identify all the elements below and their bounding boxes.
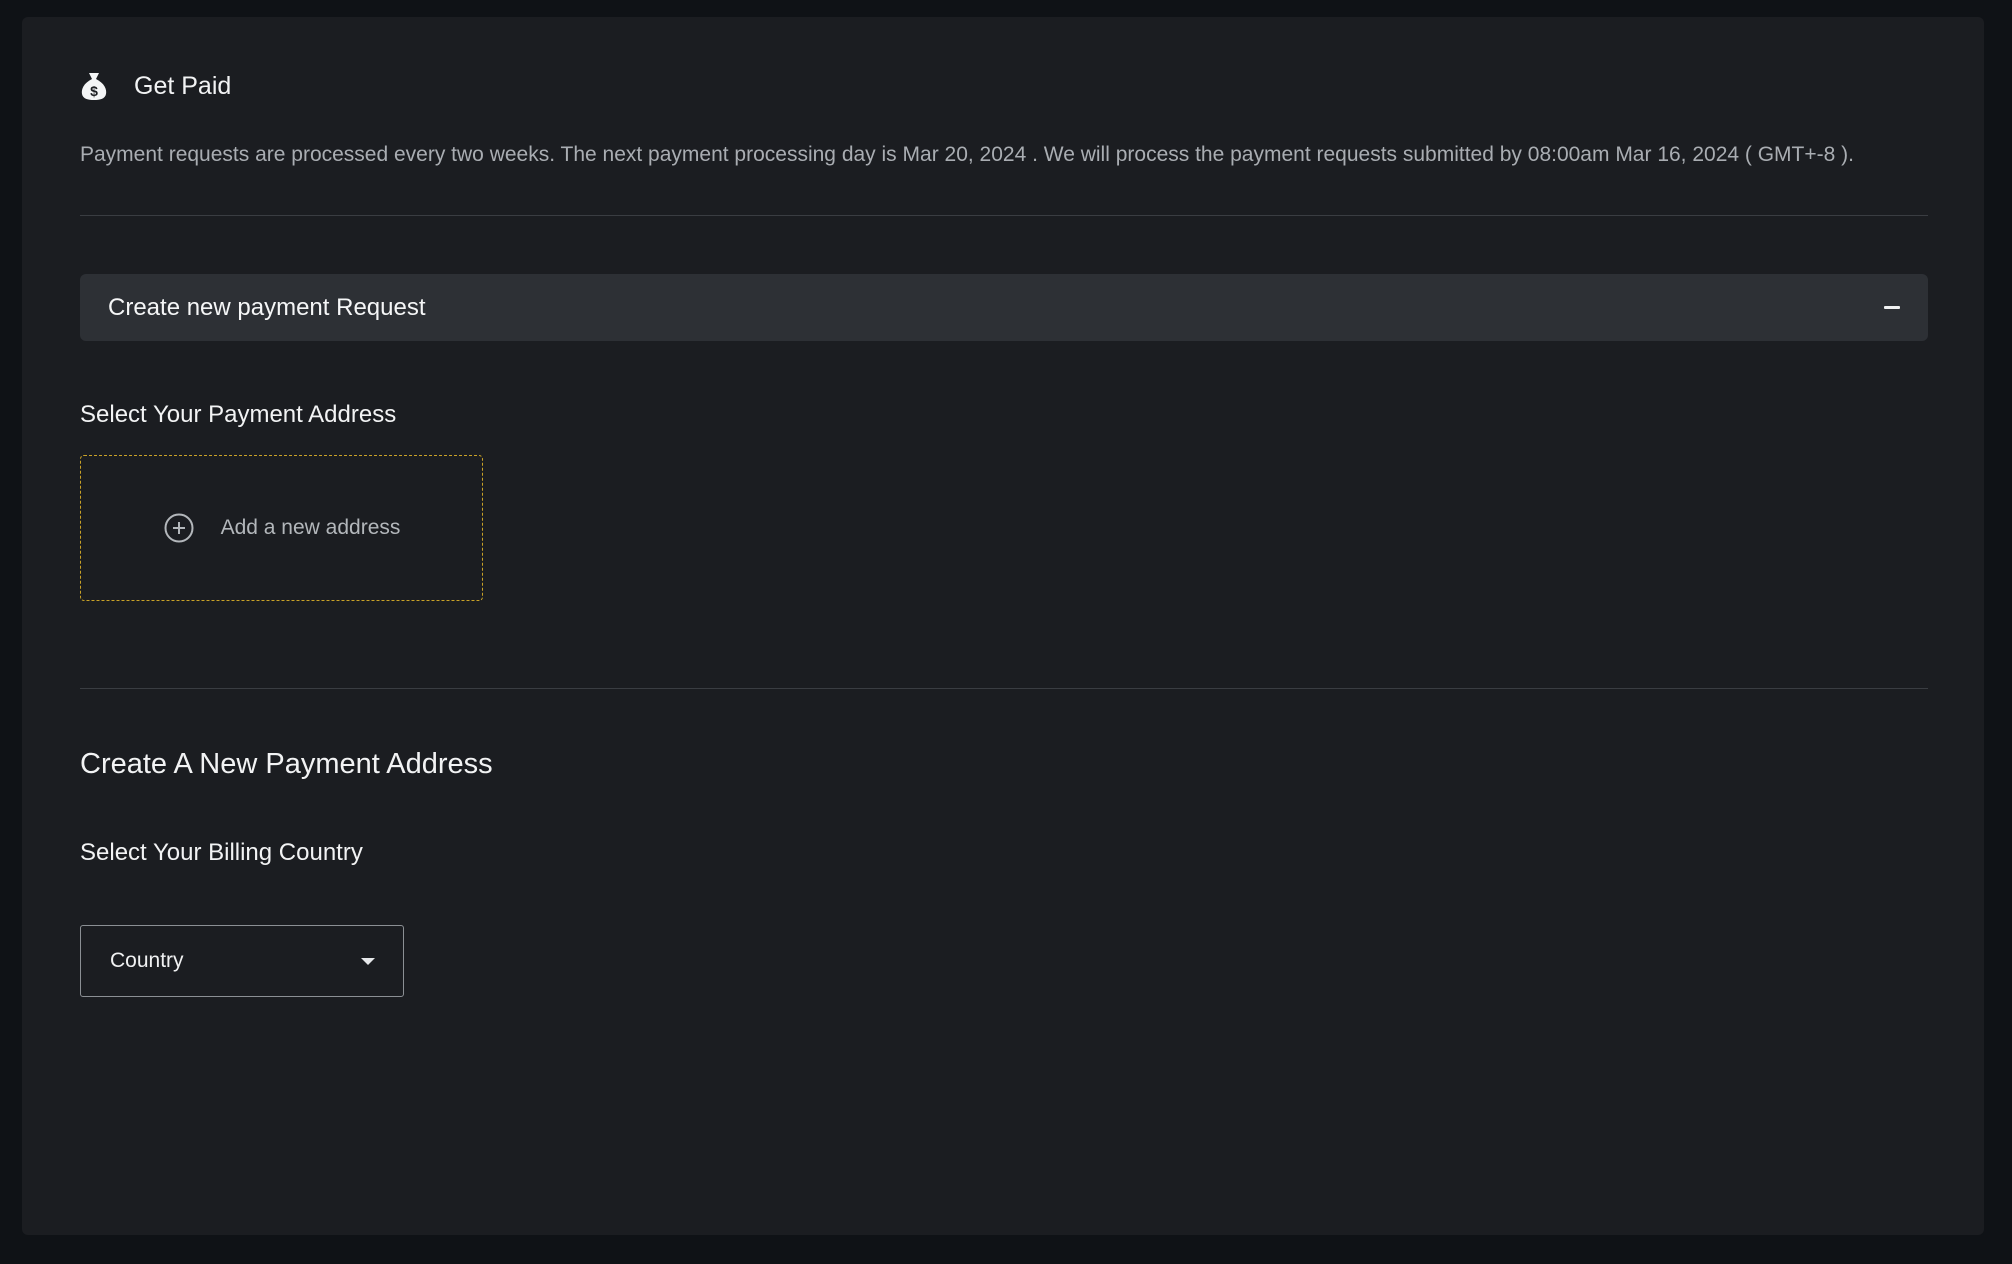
plus-circle-icon xyxy=(163,512,195,544)
divider xyxy=(80,688,1928,689)
country-select-value: Country xyxy=(110,949,184,972)
minus-icon[interactable] xyxy=(1884,306,1900,309)
caret-down-icon xyxy=(361,957,375,965)
payment-schedule-info: Payment requests are processed every two… xyxy=(80,143,1854,166)
new-address-heading: Create A New Payment Address xyxy=(80,748,493,780)
payment-address-label: Select Your Payment Address xyxy=(80,401,397,428)
get-paid-panel: $ Get Paid Payment requests are processe… xyxy=(22,17,1984,1235)
create-payment-request-accordion[interactable]: Create new payment Request xyxy=(80,274,1928,341)
country-select[interactable]: Country xyxy=(80,925,404,997)
page-header: $ Get Paid xyxy=(80,71,231,101)
divider xyxy=(80,215,1928,216)
page-title: Get Paid xyxy=(134,71,232,100)
money-bag-icon: $ xyxy=(80,71,108,101)
add-address-button[interactable]: Add a new address xyxy=(80,455,483,601)
svg-text:$: $ xyxy=(90,83,98,99)
add-address-label: Add a new address xyxy=(220,516,401,539)
accordion-title: Create new payment Request xyxy=(108,293,426,321)
billing-country-label: Select Your Billing Country xyxy=(80,839,363,866)
